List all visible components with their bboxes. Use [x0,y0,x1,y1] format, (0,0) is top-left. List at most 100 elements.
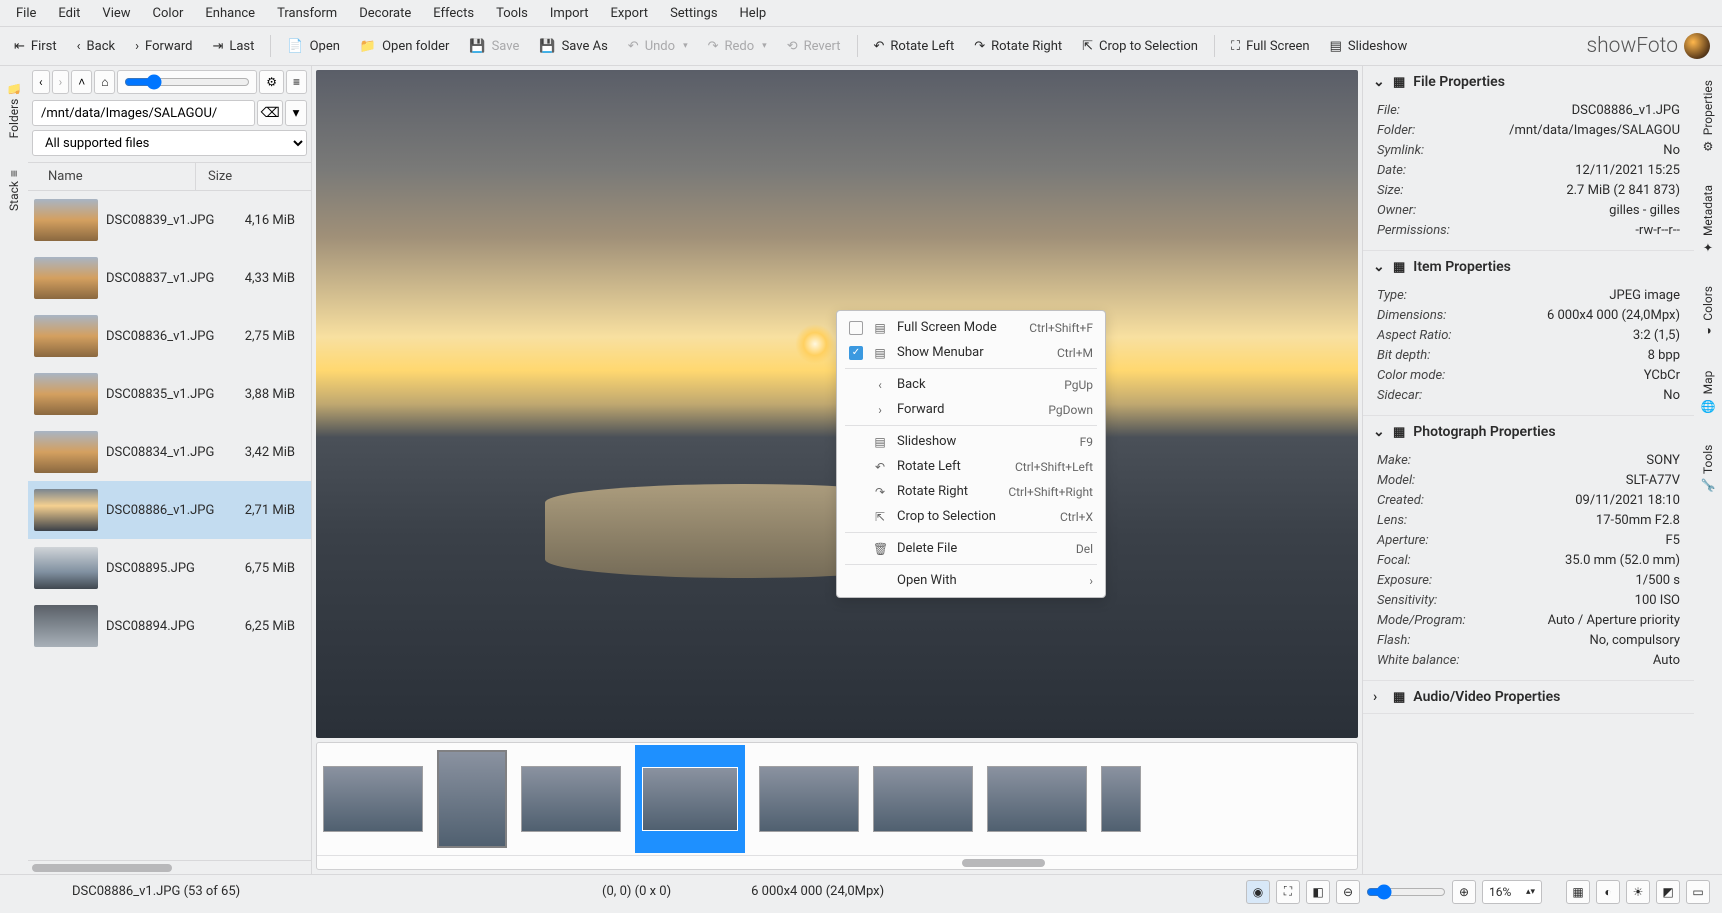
filmstrip-item-selected[interactable] [635,745,745,853]
prop-header[interactable]: ⌄▦File Properties [1363,66,1694,98]
prop-header[interactable]: ⌄▦Item Properties [1363,251,1694,283]
first-button[interactable]: ⇤First [6,34,65,59]
zoom-out-button[interactable]: ⊖ [1336,880,1360,904]
col-name-header[interactable]: Name [28,163,196,190]
menu-transform[interactable]: Transform [267,2,347,25]
filmstrip-item[interactable] [759,766,859,832]
crop-button[interactable]: ⇱Crop to Selection [1074,34,1206,59]
filter-select[interactable]: All supported files [32,130,307,156]
sidebar-hscroll[interactable] [28,860,311,874]
filmstrip-item[interactable] [323,766,423,832]
status-coords: (0, 0) (0 x 0) [602,884,671,899]
nav-up-button[interactable]: ˄ [71,70,92,94]
menu-settings[interactable]: Settings [660,2,727,25]
slideshow-button[interactable]: ▤Slideshow [1322,34,1416,59]
context-item-crop-to-selection[interactable]: ⇱Crop to SelectionCtrl+X [837,504,1105,529]
menu-help[interactable]: Help [730,2,777,25]
right-rail: ⚙ Properties ✦ Metadata ◐ Colors 🌐 Map 🔧… [1694,66,1722,874]
item-icon: ‹ [873,378,887,392]
zoom-in-button[interactable]: ⊕ [1452,880,1476,904]
rail-tab-tools[interactable]: 🔧 Tools [1699,437,1717,501]
thumb-size-slider[interactable] [117,70,257,94]
context-label: Show Menubar [897,345,1047,360]
col-size-header[interactable]: Size [196,163,311,190]
path-input[interactable] [32,100,255,126]
file-item[interactable]: DSC08836_v1.JPG 2,75 MiB [28,307,311,365]
context-item-delete-file[interactable]: 🗑Delete FileDel [837,536,1105,561]
filmstrip-item[interactable] [437,750,507,848]
menu-view[interactable]: View [92,2,140,25]
context-label: Rotate Left [897,459,1005,474]
nav-list-button[interactable]: ≡ [286,70,307,94]
menu-file[interactable]: File [6,2,46,25]
nav-settings-button[interactable]: ⚙ [259,70,284,94]
context-item-show-menubar[interactable]: ✓▤Show MenubarCtrl+M [837,340,1105,365]
status-btn-d[interactable]: ◩ [1656,880,1680,904]
rail-tab-folders[interactable]: Folders 📁 [5,72,23,146]
rotate-left-button[interactable]: ↶Rotate Left [866,34,963,59]
path-dropdown-button[interactable]: ▾ [285,100,307,126]
context-item-slideshow[interactable]: ▤SlideshowF9 [837,429,1105,454]
context-item-full-screen-mode[interactable]: ▤Full Screen ModeCtrl+Shift+F [837,315,1105,340]
menu-color[interactable]: Color [143,2,194,25]
context-item-rotate-right[interactable]: ↷Rotate RightCtrl+Shift+Right [837,479,1105,504]
nav-back-button[interactable]: ‹ [32,70,50,94]
filmstrip-item[interactable] [1101,766,1141,832]
status-btn-c[interactable]: ☀ [1626,880,1650,904]
forward-button[interactable]: ›Forward [127,34,200,59]
file-item[interactable]: DSC08894.JPG 6,25 MiB [28,597,311,655]
rotate-right-button[interactable]: ↷Rotate Right [966,34,1070,59]
file-size: 2,75 MiB [244,329,305,344]
file-item[interactable]: DSC08886_v1.JPG 2,71 MiB [28,481,311,539]
full-screen-button[interactable]: ⛶Full Screen [1223,34,1318,59]
filmstrip-item[interactable] [987,766,1087,832]
menu-effects[interactable]: Effects [423,2,484,25]
file-item[interactable]: DSC08839_v1.JPG 4,16 MiB [28,191,311,249]
status-btn-a[interactable]: ▦ [1566,880,1590,904]
context-item-back[interactable]: ‹BackPgUp [837,372,1105,397]
status-btn-2[interactable]: ⛶ [1276,880,1300,904]
prop-row: Aperture:F5 [1377,530,1680,550]
path-clear-button[interactable]: ⌫ [257,100,283,126]
open-button[interactable]: 📄Open [279,34,348,59]
item-icon: › [873,403,887,417]
save-as-button[interactable]: 💾Save As [531,34,615,59]
zoom-value[interactable]: 16%▴▾ [1482,880,1542,904]
file-item[interactable]: DSC08835_v1.JPG 3,88 MiB [28,365,311,423]
menu-edit[interactable]: Edit [48,2,90,25]
menu-enhance[interactable]: Enhance [195,2,265,25]
nav-home-button[interactable]: ⌂ [94,70,115,94]
file-item[interactable]: DSC08834_v1.JPG 3,42 MiB [28,423,311,481]
status-btn-3[interactable]: ◧ [1306,880,1330,904]
file-name: DSC08837_v1.JPG [106,271,236,286]
filmstrip-item[interactable] [873,766,973,832]
status-btn-1[interactable]: ◉ [1246,880,1270,904]
rail-tab-properties[interactable]: ⚙ Properties [1699,72,1717,161]
file-item[interactable]: DSC08895.JPG 6,75 MiB [28,539,311,597]
context-item-open-with[interactable]: Open With› [837,568,1105,593]
back-button[interactable]: ‹Back [69,34,123,59]
filmstrip-scroll[interactable] [317,855,1357,869]
prop-header[interactable]: ›▦Audio/Video Properties [1363,681,1694,713]
context-shortcut: F9 [1080,435,1093,449]
menu-export[interactable]: Export [601,2,659,25]
filmstrip-item[interactable] [521,766,621,832]
file-item[interactable]: DSC08837_v1.JPG 4,33 MiB [28,249,311,307]
nav-forward-button[interactable]: › [52,70,70,94]
last-button[interactable]: ⇥Last [204,34,262,59]
menu-decorate[interactable]: Decorate [349,2,421,25]
rail-tab-metadata[interactable]: ✦ Metadata [1699,177,1717,262]
status-btn-b[interactable]: ◐ [1596,880,1620,904]
status-btn-e[interactable]: ▭ [1686,880,1710,904]
menu-import[interactable]: Import [540,2,599,25]
prop-header[interactable]: ⌄▦Photograph Properties [1363,416,1694,448]
context-item-forward[interactable]: ›ForwardPgDown [837,397,1105,422]
menu-tools[interactable]: Tools [486,2,538,25]
context-item-rotate-left[interactable]: ↶Rotate LeftCtrl+Shift+Left [837,454,1105,479]
rail-tab-colors[interactable]: ◐ Colors [1699,278,1717,347]
zoom-slider[interactable] [1366,884,1446,900]
open-folder-button[interactable]: 📁Open folder [352,34,457,59]
rail-tab-stack[interactable]: Stack ≡ [5,162,23,219]
rail-tab-map[interactable]: 🌐 Map [1699,363,1717,421]
file-name: DSC08894.JPG [106,619,236,634]
